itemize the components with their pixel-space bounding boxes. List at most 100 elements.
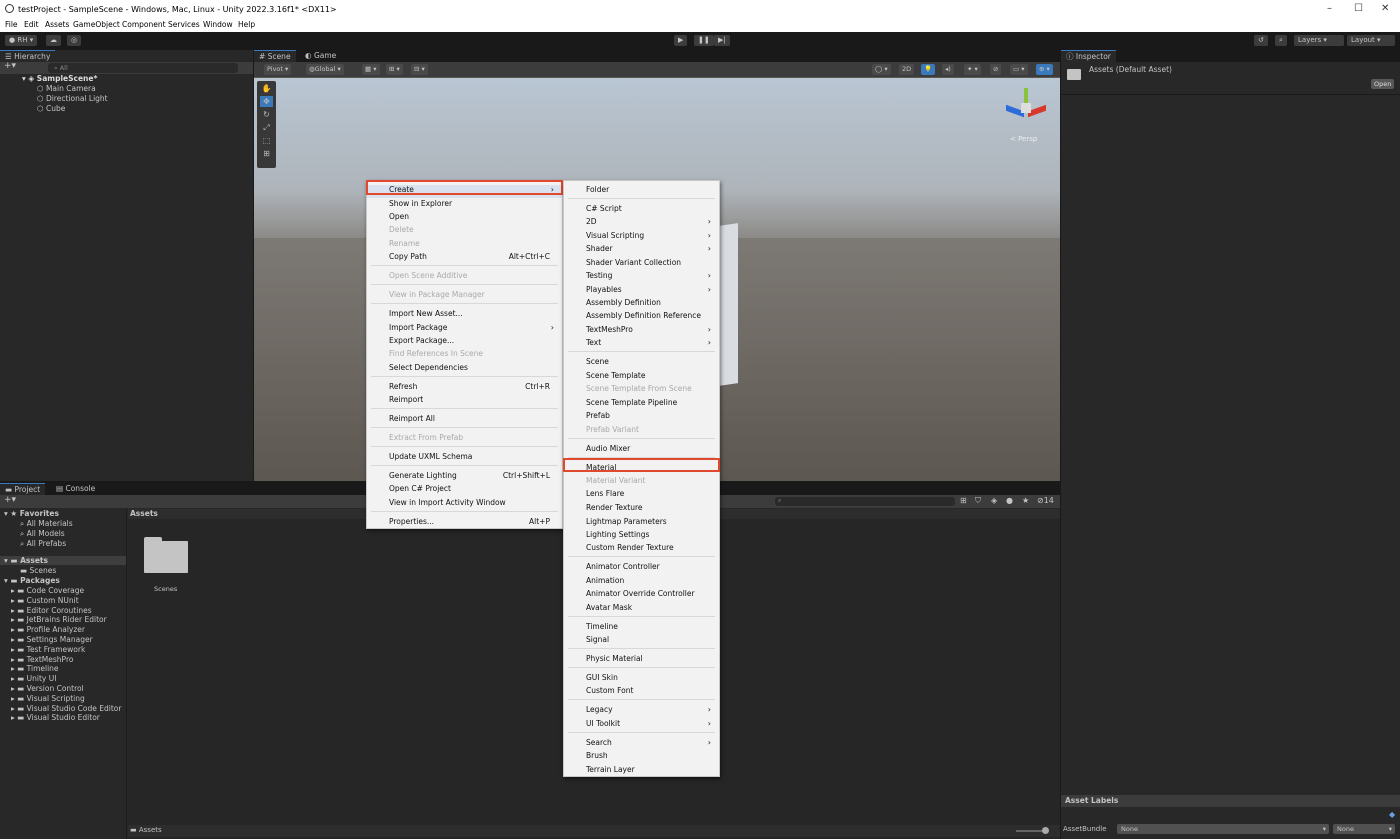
menu-window[interactable]: Window	[203, 20, 233, 29]
increment-button[interactable]: ⊟ ▾	[411, 64, 428, 75]
add-object-button[interactable]: +▾	[4, 61, 16, 71]
menu-item-open[interactable]: Open	[367, 212, 562, 225]
step-button[interactable]: ▶|	[714, 35, 730, 46]
create-item-assembly-definition-reference[interactable]: Assembly Definition Reference	[564, 311, 719, 324]
hand-tool-icon[interactable]: ✋	[260, 83, 273, 94]
tab-scene[interactable]: # Scene	[254, 50, 296, 62]
package-visual-scripting[interactable]: ▸ ▬ Visual Scripting	[11, 694, 85, 703]
package-timeline[interactable]: ▸ ▬ Timeline	[11, 664, 59, 673]
create-item-custom-font[interactable]: Custom Font	[564, 686, 719, 699]
folder-scenes[interactable]: ▬ Scenes	[20, 566, 56, 575]
create-item-scene-template-pipeline[interactable]: Scene Template Pipeline	[564, 398, 719, 411]
create-item-playables[interactable]: Playables ›	[564, 285, 719, 298]
tab-inspector[interactable]: ⓘ Inspector	[1061, 50, 1116, 62]
package-code-coverage[interactable]: ▸ ▬ Code Coverage	[11, 586, 84, 595]
menu-item-import-new-asset[interactable]: Import New Asset...	[367, 309, 562, 322]
create-item-visual-scripting[interactable]: Visual Scripting ›	[564, 231, 719, 244]
create-item-animation[interactable]: Animation	[564, 576, 719, 589]
menu-item-properties[interactable]: Properties... Alt+P	[367, 517, 562, 530]
create-item-scene-template[interactable]: Scene Template	[564, 371, 719, 384]
create-item-text[interactable]: Text ›	[564, 338, 719, 351]
search-by-type-icon[interactable]: ⊞	[960, 496, 967, 505]
gizmos-dropdown[interactable]: ⊕ ▾	[1036, 64, 1053, 75]
2d-toggle[interactable]: 2D	[899, 64, 915, 75]
create-item-textmeshpro[interactable]: TextMeshPro ›	[564, 325, 719, 338]
create-item-2d[interactable]: 2D ›	[564, 217, 719, 230]
layers-dropdown[interactable]: Layers ▾	[1294, 35, 1344, 46]
create-item-legacy[interactable]: Legacy ›	[564, 705, 719, 718]
move-tool-icon[interactable]: ✥	[260, 96, 273, 107]
menu-services[interactable]: Services	[168, 20, 200, 29]
favorites-header[interactable]: ▾ ★ Favorites	[4, 509, 59, 518]
snap-button[interactable]: ⊞ ▾	[386, 64, 403, 75]
star-icon[interactable]: ★	[1022, 496, 1029, 505]
menu-item-copy-path[interactable]: Copy Path Alt+Ctrl+C	[367, 252, 562, 265]
scene-root[interactable]: ▾ ◈ SampleScene*	[22, 74, 97, 83]
scenes-folder-tile[interactable]	[144, 537, 188, 573]
create-item-physic-material[interactable]: Physic Material	[564, 654, 719, 667]
menu-item-import-package[interactable]: Import Package ›	[367, 323, 562, 336]
global-dropdown[interactable]: ◍Global ▾	[306, 64, 344, 75]
package-custom-nunit[interactable]: ▸ ▬ Custom NUnit	[11, 596, 79, 605]
create-item-scene[interactable]: Scene	[564, 357, 719, 370]
label-tag-icon[interactable]: ◆	[1389, 810, 1395, 819]
create-item-folder[interactable]: Folder	[564, 185, 719, 198]
pause-button[interactable]: ❚❚	[694, 35, 714, 46]
package-textmeshpro[interactable]: ▸ ▬ TextMeshPro	[11, 655, 73, 664]
rect-tool-icon[interactable]: ⬚	[260, 135, 273, 146]
grid-snap-button[interactable]: ▦ ▾	[362, 64, 380, 75]
package-version-control[interactable]: ▸ ▬ Version Control	[11, 684, 84, 693]
lighting-toggle[interactable]: 💡	[921, 64, 936, 75]
menu-item-show-in-explorer[interactable]: Show in Explorer	[367, 199, 562, 212]
create-item-lightmap-parameters[interactable]: Lightmap Parameters	[564, 517, 719, 530]
favorite-all-models[interactable]: ⌕ All Models	[20, 529, 65, 539]
hierarchy-item-cube[interactable]: ⬡ Cube	[37, 104, 65, 113]
menu-item-update-uxml-schema[interactable]: Update UXML Schema	[367, 452, 562, 465]
package-visual-studio-code-editor[interactable]: ▸ ▬ Visual Studio Code Editor	[11, 704, 121, 713]
history-button[interactable]: ↺	[1254, 35, 1268, 46]
create-item-lighting-settings[interactable]: Lighting Settings	[564, 530, 719, 543]
effects-dropdown[interactable]: ✦ ▾	[964, 64, 981, 75]
open-button[interactable]: Open	[1371, 79, 1395, 89]
package-editor-coroutines[interactable]: ▸ ▬ Editor Coroutines	[11, 606, 92, 615]
menu-item-export-package[interactable]: Export Package...	[367, 336, 562, 349]
menu-item-refresh[interactable]: Refresh Ctrl+R	[367, 382, 562, 395]
favorite-all-materials[interactable]: ⌕ All Materials	[20, 519, 73, 529]
create-item-assembly-definition[interactable]: Assembly Definition	[564, 298, 719, 311]
create-item-shader-variant-collection[interactable]: Shader Variant Collection	[564, 258, 719, 271]
package-test-framework[interactable]: ▸ ▬ Test Framework	[11, 645, 85, 654]
rotate-tool-icon[interactable]: ↻	[260, 109, 273, 120]
hierarchy-item-directional-light[interactable]: ⬡ Directional Light	[37, 94, 108, 103]
package-visual-studio-editor[interactable]: ▸ ▬ Visual Studio Editor	[11, 713, 100, 722]
persp-label[interactable]: < Persp	[1010, 135, 1037, 143]
create-item-testing[interactable]: Testing ›	[564, 271, 719, 284]
create-item-terrain-layer[interactable]: Terrain Layer	[564, 765, 719, 778]
create-item-signal[interactable]: Signal	[564, 635, 719, 648]
menu-item-view-in-import-activity-window[interactable]: View in Import Activity Window	[367, 498, 562, 511]
visibility-toggle[interactable]: ⊘	[990, 64, 1002, 75]
transform-tool-icon[interactable]: ⊞	[260, 148, 273, 159]
create-item-c-script[interactable]: C# Script	[564, 204, 719, 217]
account-button[interactable]: ● RH ▾	[5, 35, 38, 46]
warning-icon[interactable]: ●	[1006, 496, 1013, 505]
create-item-audio-mixer[interactable]: Audio Mixer	[564, 444, 719, 457]
asset-variant-dropdown[interactable]: None ▾	[1333, 824, 1395, 834]
menu-help[interactable]: Help	[238, 20, 255, 29]
package-settings-manager[interactable]: ▸ ▬ Settings Manager	[11, 635, 93, 644]
menu-item-reimport[interactable]: Reimport	[367, 395, 562, 408]
menu-edit[interactable]: Edit	[24, 20, 39, 29]
scale-tool-icon[interactable]: ⤢	[260, 122, 273, 133]
create-item-animator-override-controller[interactable]: Animator Override Controller	[564, 589, 719, 602]
tab-game[interactable]: ◐ Game	[300, 50, 342, 62]
create-item-render-texture[interactable]: Render Texture	[564, 503, 719, 516]
pivot-dropdown[interactable]: Pivot ▾	[264, 64, 292, 75]
cloud-button[interactable]: ☁	[46, 35, 61, 46]
create-item-custom-render-texture[interactable]: Custom Render Texture	[564, 543, 719, 556]
menu-assets[interactable]: Assets	[45, 20, 69, 29]
create-item-timeline[interactable]: Timeline	[564, 622, 719, 635]
package-unity-ui[interactable]: ▸ ▬ Unity UI	[11, 674, 56, 683]
favorite-all-prefabs[interactable]: ⌕ All Prefabs	[20, 539, 66, 549]
menu-item-select-dependencies[interactable]: Select Dependencies	[367, 363, 562, 376]
create-item-brush[interactable]: Brush	[564, 751, 719, 764]
create-item-animator-controller[interactable]: Animator Controller	[564, 562, 719, 575]
